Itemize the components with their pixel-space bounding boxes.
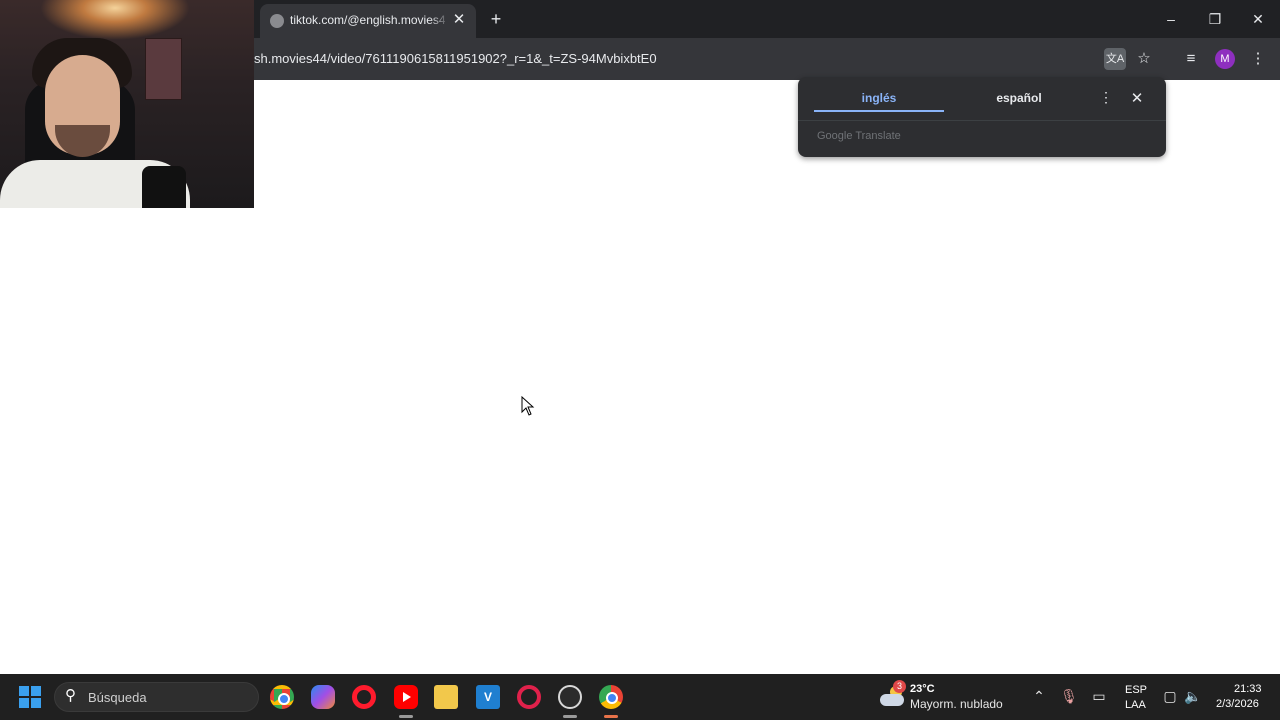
webcam-overlay <box>0 0 254 208</box>
translate-popup: inglés español ⋮ ✕ Google Translate <box>798 77 1166 157</box>
close-icon[interactable]: ✕ <box>1129 89 1145 107</box>
weather-alert-badge: 3 <box>893 680 906 693</box>
minimize-button[interactable]: – <box>1149 4 1193 34</box>
divider <box>798 120 1166 121</box>
microphone <box>142 166 186 208</box>
wall-poster <box>145 38 182 100</box>
running-indicator <box>399 715 413 718</box>
network-icon[interactable]: ▢ <box>1161 687 1179 705</box>
ceiling-light <box>40 0 190 40</box>
chrome-profile-icon[interactable] <box>599 685 623 709</box>
search-icon: ⚲ <box>65 687 76 704</box>
opera-icon[interactable] <box>352 685 376 709</box>
taskbar: ⚲ Búsqueda V 3 23°C Mayorm. nublado ⌃ 🎙 … <box>0 674 1280 720</box>
keyboard-icon[interactable]: ▭ <box>1090 687 1108 705</box>
search-placeholder: Búsqueda <box>88 690 147 705</box>
active-indicator <box>604 715 618 718</box>
weather-description[interactable]: Mayorm. nublado <box>910 697 1003 711</box>
globe-icon <box>270 14 284 28</box>
running-indicator <box>563 715 577 718</box>
restore-button[interactable]: ❐ <box>1193 4 1237 34</box>
plus-icon[interactable]: + <box>486 9 506 29</box>
input-language-code[interactable]: ESP <box>1125 684 1147 696</box>
more-options-icon[interactable]: ⋮ <box>1098 89 1114 107</box>
avatar[interactable]: M <box>1215 49 1235 69</box>
address-bar[interactable]: sh.movies44/video/7611190615811951902?_r… <box>254 51 657 66</box>
google-translate-brand: Google Translate <box>817 130 901 142</box>
copilot-icon[interactable] <box>311 685 335 709</box>
taskbar-search[interactable]: ⚲ Búsqueda <box>54 682 259 712</box>
opera-gx-icon[interactable] <box>517 685 541 709</box>
input-language-layout[interactable]: LAA <box>1125 699 1146 711</box>
translate-icon[interactable]: 文A <box>1104 48 1126 70</box>
browser-tab[interactable]: tiktok.com/@english.movies44/ ✕ <box>260 4 476 38</box>
tab-target-language[interactable]: español <box>954 91 1084 113</box>
clock-time[interactable]: 21:33 <box>1234 683 1262 695</box>
tab-title-fade <box>430 4 450 38</box>
clock-date[interactable]: 2/3/2026 <box>1216 698 1259 710</box>
star-icon[interactable]: ☆ <box>1133 48 1155 70</box>
v-icon[interactable]: V <box>476 685 500 709</box>
microphone-icon[interactable]: 🎙 <box>1060 687 1078 705</box>
active-tab-indicator <box>814 110 944 112</box>
mouse-cursor-icon <box>521 396 535 416</box>
obs-icon[interactable] <box>558 685 582 709</box>
window-close-button[interactable]: ✕ <box>1236 4 1280 34</box>
chrome-icon[interactable] <box>270 685 294 709</box>
youtube-icon[interactable] <box>394 685 418 709</box>
windows-start-icon[interactable] <box>19 686 41 708</box>
close-icon[interactable]: ✕ <box>450 11 468 29</box>
kebab-menu-icon[interactable]: ⋮ <box>1247 48 1269 70</box>
volume-icon[interactable]: 🔈 <box>1184 687 1202 705</box>
chevron-up-icon[interactable]: ⌃ <box>1030 687 1048 705</box>
folder-icon[interactable] <box>434 685 458 709</box>
tab-title: tiktok.com/@english.movies44/ <box>290 13 445 27</box>
media-queue-icon[interactable]: ≡ <box>1180 48 1202 70</box>
weather-temperature[interactable]: 23°C <box>910 683 935 695</box>
